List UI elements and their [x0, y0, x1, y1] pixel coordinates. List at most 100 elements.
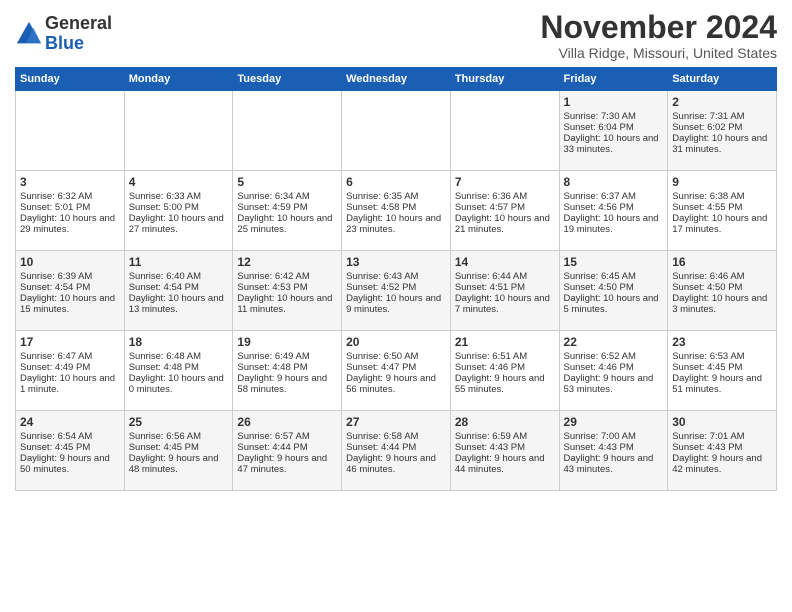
daylight-text: Daylight: 10 hours and 17 minutes.: [672, 213, 772, 235]
daylight-text: Daylight: 10 hours and 3 minutes.: [672, 293, 772, 315]
day-number: 23: [672, 335, 772, 349]
daylight-text: Daylight: 10 hours and 7 minutes.: [455, 293, 555, 315]
calendar-cell-w5d6: 29Sunrise: 7:00 AMSunset: 4:43 PMDayligh…: [559, 411, 668, 491]
day-number: 6: [346, 175, 446, 189]
day-number: 17: [20, 335, 120, 349]
day-number: 5: [237, 175, 337, 189]
sunrise-text: Sunrise: 7:01 AM: [672, 431, 772, 442]
calendar-week-3: 10Sunrise: 6:39 AMSunset: 4:54 PMDayligh…: [16, 251, 777, 331]
day-number: 2: [672, 95, 772, 109]
calendar-cell-w3d4: 13Sunrise: 6:43 AMSunset: 4:52 PMDayligh…: [342, 251, 451, 331]
col-tuesday: Tuesday: [233, 68, 342, 91]
calendar-cell-w1d6: 1Sunrise: 7:30 AMSunset: 6:04 PMDaylight…: [559, 91, 668, 171]
day-number: 13: [346, 255, 446, 269]
sunrise-text: Sunrise: 6:54 AM: [20, 431, 120, 442]
sunset-text: Sunset: 6:02 PM: [672, 122, 772, 133]
daylight-text: Daylight: 10 hours and 21 minutes.: [455, 213, 555, 235]
logo-text-line2: Blue: [45, 34, 112, 54]
daylight-text: Daylight: 9 hours and 48 minutes.: [129, 453, 229, 475]
calendar-cell-w5d7: 30Sunrise: 7:01 AMSunset: 4:43 PMDayligh…: [668, 411, 777, 491]
sunset-text: Sunset: 4:44 PM: [237, 442, 337, 453]
sunset-text: Sunset: 4:50 PM: [564, 282, 664, 293]
calendar-cell-w3d3: 12Sunrise: 6:42 AMSunset: 4:53 PMDayligh…: [233, 251, 342, 331]
sunrise-text: Sunrise: 6:43 AM: [346, 271, 446, 282]
sunrise-text: Sunrise: 6:35 AM: [346, 191, 446, 202]
location-text: Villa Ridge, Missouri, United States: [540, 45, 777, 61]
day-number: 26: [237, 415, 337, 429]
sunset-text: Sunset: 4:45 PM: [672, 362, 772, 373]
sunrise-text: Sunrise: 7:00 AM: [564, 431, 664, 442]
day-number: 30: [672, 415, 772, 429]
sunrise-text: Sunrise: 6:32 AM: [20, 191, 120, 202]
logo-text-line1: General: [45, 14, 112, 34]
col-saturday: Saturday: [668, 68, 777, 91]
daylight-text: Daylight: 9 hours and 47 minutes.: [237, 453, 337, 475]
calendar-cell-w4d3: 19Sunrise: 6:49 AMSunset: 4:48 PMDayligh…: [233, 331, 342, 411]
daylight-text: Daylight: 9 hours and 51 minutes.: [672, 373, 772, 395]
daylight-text: Daylight: 10 hours and 13 minutes.: [129, 293, 229, 315]
calendar-cell-w1d3: [233, 91, 342, 171]
day-number: 29: [564, 415, 664, 429]
day-number: 18: [129, 335, 229, 349]
day-number: 14: [455, 255, 555, 269]
day-number: 7: [455, 175, 555, 189]
daylight-text: Daylight: 9 hours and 53 minutes.: [564, 373, 664, 395]
col-wednesday: Wednesday: [342, 68, 451, 91]
sunrise-text: Sunrise: 6:51 AM: [455, 351, 555, 362]
sunset-text: Sunset: 4:56 PM: [564, 202, 664, 213]
sunset-text: Sunset: 5:00 PM: [129, 202, 229, 213]
calendar-cell-w3d5: 14 Sunrise: 6:44 AMSunset: 4:51 PMDayligh…: [450, 251, 559, 331]
col-sunday: Sunday: [16, 68, 125, 91]
calendar-cell-w5d4: 27Sunrise: 6:58 AMSunset: 4:44 PMDayligh…: [342, 411, 451, 491]
calendar-cell-w1d5: [450, 91, 559, 171]
col-friday: Friday: [559, 68, 668, 91]
daylight-text: Daylight: 10 hours and 23 minutes.: [346, 213, 446, 235]
daylight-text: Daylight: 9 hours and 44 minutes.: [455, 453, 555, 475]
daylight-text: Daylight: 10 hours and 33 minutes.: [564, 133, 664, 155]
sunset-text: Sunset: 4:53 PM: [237, 282, 337, 293]
sunrise-text: Sunrise: 6:37 AM: [564, 191, 664, 202]
sunset-text: Sunset: 4:59 PM: [237, 202, 337, 213]
daylight-text: Daylight: 9 hours and 46 minutes.: [346, 453, 446, 475]
sunrise-text: Sunrise: 6:48 AM: [129, 351, 229, 362]
calendar-cell-w5d3: 26 Sunrise: 6:57 AMSunset: 4:44 PMDayligh…: [233, 411, 342, 491]
calendar-cell-w2d5: 7Sunrise: 6:36 AMSunset: 4:57 PMDaylight…: [450, 171, 559, 251]
sunset-text: Sunset: 4:52 PM: [346, 282, 446, 293]
day-number: 9: [672, 175, 772, 189]
sunset-text: Sunset: 4:51 PM: [455, 282, 555, 293]
day-number: 15: [564, 255, 664, 269]
calendar-cell-w5d5: 28Sunrise: 6:59 AMSunset: 4:43 PMDayligh…: [450, 411, 559, 491]
calendar-cell-w3d2: 11Sunrise: 6:40 AMSunset: 4:54 PMDayligh…: [124, 251, 233, 331]
calendar-cell-w1d4: [342, 91, 451, 171]
sunrise-text: Sunrise: 6:38 AM: [672, 191, 772, 202]
calendar-cell-w4d1: 17Sunrise: 6:47 AMSunset: 4:49 PMDayligh…: [16, 331, 125, 411]
sunset-text: Sunset: 4:47 PM: [346, 362, 446, 373]
sunset-text: Sunset: 4:43 PM: [455, 442, 555, 453]
sunrise-text: Sunrise: 6:49 AM: [237, 351, 337, 362]
sunrise-text: Sunrise: 6:39 AM: [20, 271, 120, 282]
daylight-text: Daylight: 10 hours and 29 minutes.: [20, 213, 120, 235]
daylight-text: Daylight: 9 hours and 56 minutes.: [346, 373, 446, 395]
calendar-cell-w2d7: 9 Sunrise: 6:38 AMSunset: 4:55 PMDaylight…: [668, 171, 777, 251]
sunset-text: Sunset: 4:49 PM: [20, 362, 120, 373]
daylight-text: Daylight: 9 hours and 42 minutes.: [672, 453, 772, 475]
sunset-text: Sunset: 4:55 PM: [672, 202, 772, 213]
header: General Blue November 2024 Villa Ridge, …: [15, 10, 777, 61]
main-container: General Blue November 2024 Villa Ridge, …: [0, 0, 792, 496]
daylight-text: Daylight: 10 hours and 27 minutes.: [129, 213, 229, 235]
calendar-cell-w2d1: 3Sunrise: 6:32 AMSunset: 5:01 PMDaylight…: [16, 171, 125, 251]
day-number: 22: [564, 335, 664, 349]
day-number: 27: [346, 415, 446, 429]
sunrise-text: Sunrise: 6:57 AM: [237, 431, 337, 442]
sunrise-text: Sunrise: 6:44 AM: [455, 271, 555, 282]
calendar-cell-w1d7: 2Sunrise: 7:31 AMSunset: 6:02 PMDaylight…: [668, 91, 777, 171]
daylight-text: Daylight: 10 hours and 31 minutes.: [672, 133, 772, 155]
calendar-cell-w2d2: 4Sunrise: 6:33 AMSunset: 5:00 PMDaylight…: [124, 171, 233, 251]
sunset-text: Sunset: 4:46 PM: [455, 362, 555, 373]
calendar-week-2: 3Sunrise: 6:32 AMSunset: 5:01 PMDaylight…: [16, 171, 777, 251]
col-monday: Monday: [124, 68, 233, 91]
day-number: 4: [129, 175, 229, 189]
calendar-cell-w5d1: 24Sunrise: 6:54 AMSunset: 4:45 PMDayligh…: [16, 411, 125, 491]
day-number: 20: [346, 335, 446, 349]
calendar-cell-w4d2: 18Sunrise: 6:48 AMSunset: 4:48 PMDayligh…: [124, 331, 233, 411]
